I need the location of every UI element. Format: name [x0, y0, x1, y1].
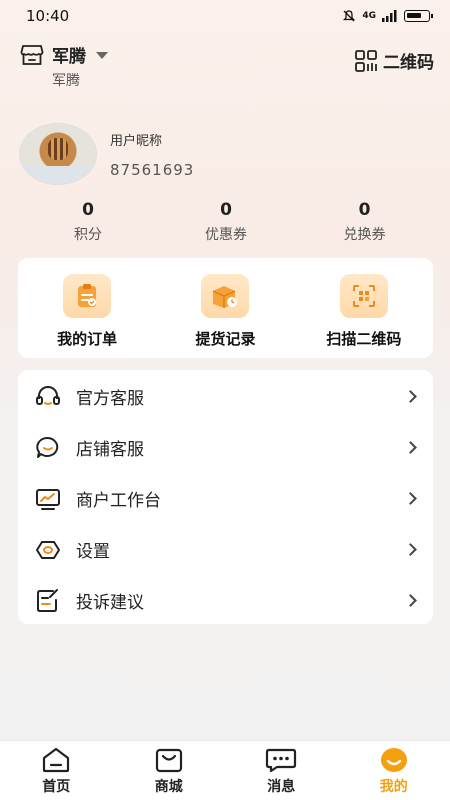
qr-code-label: 二维码: [383, 53, 434, 73]
menu-item-official-service[interactable]: 官方客服: [18, 371, 433, 422]
stat-label: 积分: [74, 227, 102, 243]
menu-label: 投诉建议: [76, 593, 144, 613]
stat-label: 优惠券: [205, 227, 247, 243]
pickup-records-label: 提货记录: [195, 330, 256, 348]
scan-qr-label: 扫描二维码: [326, 330, 402, 348]
tab-messages[interactable]: 消息: [225, 741, 338, 800]
monitor-chart-icon: [34, 485, 62, 513]
tab-mine[interactable]: 我的: [338, 741, 450, 800]
clipboard-icon: [63, 274, 112, 318]
tab-home[interactable]: 首页: [0, 741, 113, 800]
signal-icon: [382, 10, 397, 22]
tab-label: 首页: [42, 779, 71, 795]
settings-hex-icon: [34, 536, 62, 564]
menu-card: 官方客服 店铺客服 商户工作台 设置 投诉建议: [18, 370, 433, 624]
profile-section[interactable]: 用户昵称 87561693: [20, 124, 194, 184]
chat-smile-icon: [34, 434, 62, 462]
tab-label: 消息: [267, 779, 296, 795]
menu-item-settings[interactable]: 设置: [18, 524, 433, 575]
store-subtitle: 军腾: [52, 73, 80, 89]
chevron-right-icon: [404, 492, 417, 505]
stat-value: 0: [358, 200, 371, 220]
header: 军腾 军腾 二维码: [20, 42, 434, 92]
menu-label: 设置: [76, 542, 110, 562]
stat-vouchers[interactable]: 0 兑换券: [276, 200, 450, 244]
user-id: 87561693: [110, 160, 195, 179]
status-icons: 4G: [342, 9, 433, 23]
tab-mall[interactable]: 商城: [113, 741, 226, 800]
chevron-down-icon: [96, 52, 108, 59]
stats-row: 0 积分 0 优惠券 0 兑换券: [0, 200, 450, 244]
qr-code-button[interactable]: 二维码: [355, 48, 434, 73]
bottom-tab-bar: 首页 商城 消息 我的: [0, 740, 450, 800]
menu-label: 官方客服: [76, 389, 144, 409]
profile-info: 用户昵称 87561693: [110, 130, 194, 179]
menu-item-merchant-workbench[interactable]: 商户工作台: [18, 473, 433, 524]
mute-icon: [343, 10, 356, 22]
store-name: 军腾: [52, 47, 86, 67]
chevron-right-icon: [404, 594, 417, 607]
network-label: 4G: [362, 11, 376, 21]
shopping-bag-icon: [153, 747, 185, 773]
stat-label: 兑换券: [343, 227, 386, 243]
my-orders-label: 我的订单: [57, 330, 118, 348]
menu-item-feedback[interactable]: 投诉建议: [18, 575, 433, 626]
edit-note-icon: [34, 587, 62, 615]
avatar[interactable]: [20, 124, 96, 184]
tab-label: 商城: [154, 779, 183, 795]
scan-qr-button[interactable]: 扫描二维码: [295, 258, 433, 358]
chevron-right-icon: [404, 441, 417, 454]
menu-item-store-service[interactable]: 店铺客服: [18, 422, 433, 473]
stat-value: 0: [82, 200, 94, 220]
status-bar: 10:40 4G: [0, 0, 450, 32]
stat-coupons[interactable]: 0 优惠券: [176, 200, 276, 244]
qr-code-icon: [355, 49, 377, 72]
scan-icon: [339, 274, 388, 318]
chevron-right-icon: [404, 390, 417, 403]
stat-value: 0: [220, 200, 232, 220]
store-icon: [20, 44, 44, 65]
tab-label: 我的: [379, 779, 408, 795]
headset-icon: [34, 383, 62, 411]
message-icon: [265, 747, 297, 773]
quick-actions-card: 我的订单 提货记录 扫描二维码: [18, 258, 433, 358]
home-icon: [40, 747, 72, 773]
profile-smile-icon: [378, 747, 410, 773]
stat-points[interactable]: 0 积分: [0, 200, 176, 244]
menu-label: 店铺客服: [76, 440, 144, 460]
menu-label: 商户工作台: [76, 491, 161, 511]
pickup-records-button[interactable]: 提货记录: [156, 258, 294, 358]
chevron-right-icon: [404, 543, 417, 556]
battery-icon: [404, 10, 433, 22]
my-orders-button[interactable]: 我的订单: [18, 258, 156, 358]
box-clock-icon: [201, 274, 250, 318]
status-time: 10:40: [26, 7, 70, 25]
user-nickname: 用户昵称: [110, 133, 163, 149]
